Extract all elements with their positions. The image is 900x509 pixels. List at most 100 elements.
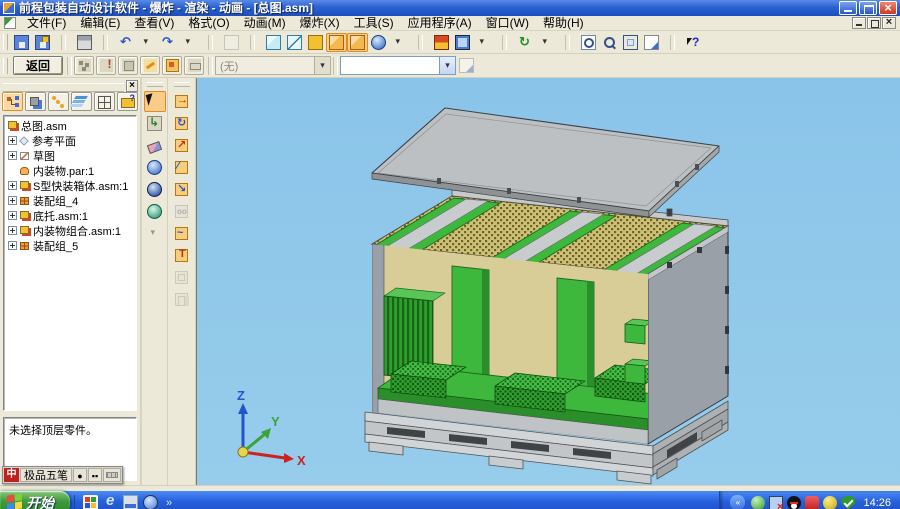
animation-dropdown-caret[interactable] [389,33,410,52]
explode-order-icon[interactable] [162,56,182,75]
back-button[interactable]: 返回 [13,56,63,75]
menu-item[interactable]: 格式(O) [181,16,236,31]
layers-tab[interactable] [71,92,92,111]
toolbar-grip[interactable] [3,58,8,74]
start-button[interactable]: 开始 [0,491,70,509]
antivirus-shield-icon[interactable] [841,496,855,509]
expand-icon[interactable] [8,241,17,250]
redo-dropdown-caret[interactable] [179,33,200,52]
environment-icon[interactable] [144,201,166,222]
menu-item[interactable]: 帮助(H) [536,16,591,31]
menu-item[interactable]: 窗口(W) [479,16,536,31]
tree-item[interactable]: 参考平面 [8,133,136,148]
tree-item[interactable]: 底托.asm:1 [8,208,136,223]
tree-item[interactable]: 总图.asm [8,118,136,133]
menu-item[interactable]: 编辑(E) [73,16,127,31]
render-session-icon[interactable] [144,179,166,200]
dropdown-caret-icon[interactable] [314,57,330,74]
fit-icon[interactable] [620,33,641,52]
panel-close-icon[interactable]: × [126,80,138,92]
menu-item[interactable]: 爆炸(X) [293,16,347,31]
browser-globe-icon[interactable] [143,495,158,509]
internet-explorer-icon[interactable] [103,495,118,509]
close-button[interactable] [879,1,897,15]
tree-item[interactable]: S型快装箱体.asm:1 [8,178,136,193]
draw-path-icon[interactable] [171,157,193,178]
save-icon[interactable] [11,33,32,52]
mdi-close-button[interactable] [882,17,896,29]
menu-item[interactable]: 应用程序(A) [401,16,479,31]
expand-icon[interactable] [8,166,17,175]
animation-select[interactable] [340,56,456,75]
zoom-icon[interactable] [599,33,620,52]
media-player-icon[interactable] [83,495,98,509]
named-views-icon[interactable] [641,33,662,52]
network-error-icon[interactable] [769,496,783,509]
quick-launch-chevron-icon[interactable]: » [166,497,172,509]
annotate-icon[interactable] [171,245,193,266]
auto-explode-icon[interactable] [74,56,94,75]
render-scene-icon[interactable] [144,157,166,178]
explode-config-select[interactable]: (无) [215,56,331,75]
viewport-canvas[interactable]: Z X Y [196,78,900,485]
shaded-view-icon[interactable] [263,33,284,52]
application-icon[interactable] [431,33,452,52]
animation-mode-icon[interactable] [368,33,389,52]
updater-icon[interactable] [823,496,837,509]
tree-item[interactable]: 内装物.par:1 [8,163,136,178]
ime-name[interactable]: 极品五笔 [20,468,72,482]
presentation-icon[interactable] [452,33,473,52]
wireframe-view-icon[interactable] [284,33,305,52]
palette-grip[interactable] [174,82,190,87]
ime-language-icon[interactable]: 中 [4,468,19,482]
restore-button[interactable] [859,1,877,15]
expand-icon[interactable] [8,151,17,160]
tree-tab[interactable] [2,92,23,111]
minimize-button[interactable] [839,1,857,15]
manual-explode-icon[interactable] [96,56,116,75]
refresh-dropdown-caret[interactable] [536,33,557,52]
dropdown-caret-icon[interactable] [439,57,455,74]
panel-grip[interactable] [3,83,124,92]
menu-item[interactable]: 文件(F) [20,16,73,31]
move-part-icon[interactable] [171,91,193,112]
render-mode-icon[interactable] [347,33,368,52]
explode-mode-icon[interactable] [326,33,347,52]
expand-icon[interactable] [8,136,17,145]
window-tool2-icon[interactable] [171,289,193,310]
redo-icon[interactable] [158,33,179,52]
messenger-icon[interactable] [751,496,765,509]
ime-punctuation-icon[interactable]: ● [73,468,87,482]
toolbar-grip[interactable] [3,34,8,50]
sensors-tab[interactable] [94,92,115,111]
expand-icon[interactable] [8,196,17,205]
activate-part-icon[interactable] [144,113,166,134]
explode-settings-icon[interactable] [184,56,204,75]
show-desktop-icon[interactable] [123,495,138,509]
tree-item[interactable]: 内装物组合.asm:1 [8,223,136,238]
print-icon[interactable] [74,33,95,52]
offset-part-icon[interactable] [171,135,193,156]
path-curve-icon[interactable] [171,223,193,244]
undo-icon[interactable] [116,33,137,52]
expand-icon[interactable] [8,181,17,190]
save-all-icon[interactable] [32,33,53,52]
menu-item[interactable]: 工具(S) [347,16,401,31]
select-arrow-icon[interactable] [144,91,166,112]
menu-item[interactable]: 查看(V) [127,16,181,31]
info-tab[interactable] [117,92,138,111]
links-tab[interactable] [48,92,69,111]
menu-item[interactable]: 动画(M) [237,16,293,31]
drop-part-icon[interactable] [171,179,193,200]
expand-icon[interactable] [8,211,17,220]
capture-image-button[interactable] [456,56,477,75]
modify-explode-icon[interactable] [140,56,160,75]
copies-tab[interactable] [25,92,46,111]
window-tool-icon[interactable] [171,267,193,288]
context-help-icon[interactable] [683,33,704,52]
refresh-icon[interactable] [515,33,536,52]
zoom-area-icon[interactable] [578,33,599,52]
mdi-minimize-button[interactable] [852,17,866,29]
ime-keyboard-icon[interactable] [103,468,121,482]
tree-item[interactable]: 装配组_4 [8,193,136,208]
